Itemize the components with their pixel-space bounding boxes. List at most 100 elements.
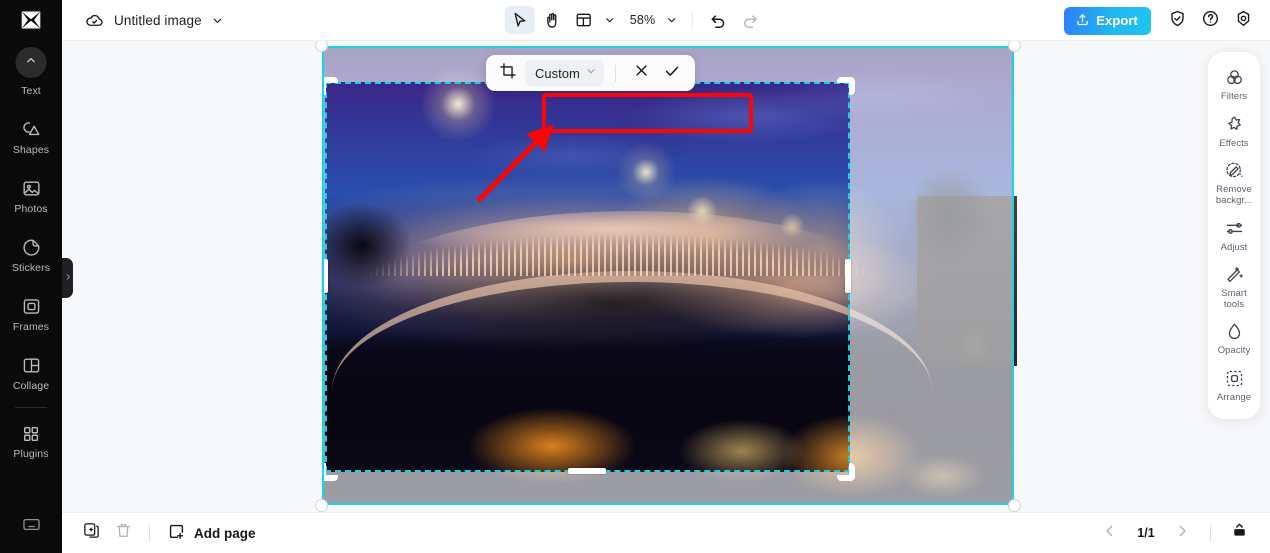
panel-item-effects[interactable]: Effects bbox=[1208, 108, 1260, 155]
panel-item-label: Remove backgr... bbox=[1215, 184, 1253, 206]
shapes-icon bbox=[21, 119, 42, 140]
panel-item-remove-background[interactable]: Remove backgr... bbox=[1208, 154, 1260, 211]
sidebar-item-label: Stickers bbox=[11, 262, 51, 275]
canvas-area[interactable]: Custom bbox=[62, 41, 1270, 512]
chevron-down-icon bbox=[585, 64, 597, 82]
export-button-label: Export bbox=[1096, 13, 1138, 28]
panel-item-label: Opacity bbox=[1217, 345, 1251, 357]
layout-chevron-down-icon[interactable] bbox=[601, 8, 619, 32]
prev-page-button[interactable] bbox=[1095, 518, 1125, 548]
document-title: Untitled image bbox=[114, 12, 202, 28]
help-button[interactable] bbox=[1195, 6, 1225, 36]
panel-item-label: Filters bbox=[1220, 91, 1248, 102]
crop-ratio-select[interactable]: Custom bbox=[525, 60, 604, 86]
add-page-plus-icon bbox=[167, 522, 186, 544]
redo-button[interactable] bbox=[735, 6, 765, 34]
frame-icon bbox=[21, 296, 42, 317]
sidebar-divider bbox=[15, 407, 47, 408]
chevron-up-icon bbox=[25, 54, 38, 72]
layout-tool-button[interactable] bbox=[569, 6, 599, 34]
sticker-icon bbox=[21, 237, 42, 258]
sidebar-collapse-handle[interactable] bbox=[62, 258, 73, 298]
sidebar-item-label: Shapes bbox=[12, 144, 50, 157]
settings-button[interactable] bbox=[1228, 6, 1258, 36]
capcut-image-editor: Untitled image 58% Export Text Shapes Ph… bbox=[0, 0, 1270, 553]
panel-item-opacity[interactable]: Opacity bbox=[1208, 315, 1260, 362]
sidebar-item-shapes[interactable]: Shapes bbox=[0, 108, 62, 167]
upload-icon bbox=[1075, 12, 1090, 30]
filters-circles-icon bbox=[1224, 67, 1245, 88]
panel-item-smart-tools[interactable]: Smart tools bbox=[1208, 258, 1260, 315]
crop-ratio-value: Custom bbox=[535, 65, 580, 81]
privacy-shield-button[interactable] bbox=[1162, 6, 1192, 36]
opacity-drop-icon bbox=[1224, 321, 1245, 342]
sidebar-item-frames[interactable]: Frames bbox=[0, 285, 62, 344]
select-tool-button[interactable] bbox=[504, 6, 535, 34]
zoom-level-value[interactable]: 58% bbox=[621, 13, 661, 27]
close-x-icon bbox=[633, 62, 650, 84]
crop-handle-bottom-center[interactable] bbox=[568, 468, 606, 474]
chevron-right-icon bbox=[1174, 523, 1190, 544]
sidebar-item-label: Plugins bbox=[13, 447, 49, 460]
sidebar-item-plugins[interactable]: Plugins bbox=[0, 412, 62, 471]
add-page-button[interactable]: Add page bbox=[161, 522, 262, 544]
crop-toolbar-divider bbox=[614, 64, 616, 82]
collage-icon bbox=[21, 355, 42, 376]
panel-item-filters[interactable]: Filters bbox=[1208, 61, 1260, 108]
resize-handle-top-right[interactable] bbox=[1008, 41, 1021, 52]
crop-handle-left-center[interactable] bbox=[322, 259, 328, 293]
crop-confirm-button[interactable] bbox=[657, 59, 687, 87]
app-logo[interactable] bbox=[0, 0, 62, 41]
export-upload-icon bbox=[1230, 521, 1249, 545]
help-question-icon bbox=[1201, 9, 1220, 33]
export-button[interactable]: Export bbox=[1064, 6, 1151, 35]
bridge-railing bbox=[322, 218, 922, 276]
top-toolbar: Untitled image 58% Export bbox=[0, 0, 1270, 41]
duplicate-page-icon bbox=[82, 521, 101, 545]
capcut-logo-icon bbox=[18, 7, 44, 33]
bottom-right-divider bbox=[1210, 524, 1211, 542]
sidebar-scroll-region: Text Shapes Photos Stickers Frames Colla… bbox=[0, 41, 62, 496]
toolbar-divider bbox=[691, 11, 693, 29]
canvas-tool-group: 58% bbox=[504, 0, 766, 41]
hand-tool-button[interactable] bbox=[537, 6, 567, 34]
panel-item-arrange[interactable]: Arrange bbox=[1208, 362, 1260, 409]
bottom-divider bbox=[149, 524, 150, 542]
check-icon bbox=[663, 62, 681, 85]
resize-handle-bottom-left[interactable] bbox=[315, 499, 328, 512]
crop-handle-right-center[interactable] bbox=[845, 259, 851, 293]
crop-icon bbox=[499, 62, 517, 85]
chevron-down-icon[interactable] bbox=[211, 13, 225, 27]
bottom-export-button[interactable] bbox=[1224, 518, 1254, 548]
page-navigation-group: 1/1 bbox=[1095, 518, 1270, 548]
photo-icon bbox=[21, 178, 42, 199]
delete-page-button[interactable] bbox=[108, 518, 138, 548]
sidebar-item-photos[interactable]: Photos bbox=[0, 167, 62, 226]
duplicate-page-button[interactable] bbox=[76, 518, 106, 548]
next-page-button[interactable] bbox=[1167, 518, 1197, 548]
effects-sparkle-icon bbox=[1224, 114, 1245, 135]
document-title-chip[interactable]: Untitled image bbox=[83, 9, 225, 31]
undo-button[interactable] bbox=[703, 6, 733, 34]
keyboard-shortcuts-button[interactable] bbox=[16, 512, 46, 542]
zoom-chevron-down-icon[interactable] bbox=[662, 8, 680, 32]
adjust-sliders-icon bbox=[1224, 218, 1245, 239]
crop-cancel-button[interactable] bbox=[627, 59, 657, 87]
panel-item-label: Adjust bbox=[1220, 241, 1248, 253]
keyboard-shortcuts-icon bbox=[21, 514, 42, 540]
sidebar-item-label: Frames bbox=[12, 321, 50, 334]
smart-tools-wand-icon bbox=[1224, 264, 1245, 285]
panel-item-label: Arrange bbox=[1216, 392, 1252, 403]
sidebar-scroll-up-button[interactable] bbox=[15, 47, 47, 78]
shield-check-icon bbox=[1168, 9, 1187, 33]
panel-item-adjust[interactable]: Adjust bbox=[1208, 212, 1260, 259]
selected-image-object[interactable] bbox=[312, 41, 1021, 512]
panel-item-label: Effects bbox=[1219, 137, 1249, 149]
arrange-icon bbox=[1224, 368, 1245, 389]
topbar-right-group: Export bbox=[1064, 0, 1258, 41]
sidebar-item-stickers[interactable]: Stickers bbox=[0, 226, 62, 285]
sidebar-item-collage[interactable]: Collage bbox=[0, 344, 62, 403]
crop-toolbar[interactable]: Custom bbox=[486, 55, 695, 91]
crop-tool-button[interactable] bbox=[494, 59, 522, 87]
resize-handle-bottom-right[interactable] bbox=[1008, 499, 1021, 512]
